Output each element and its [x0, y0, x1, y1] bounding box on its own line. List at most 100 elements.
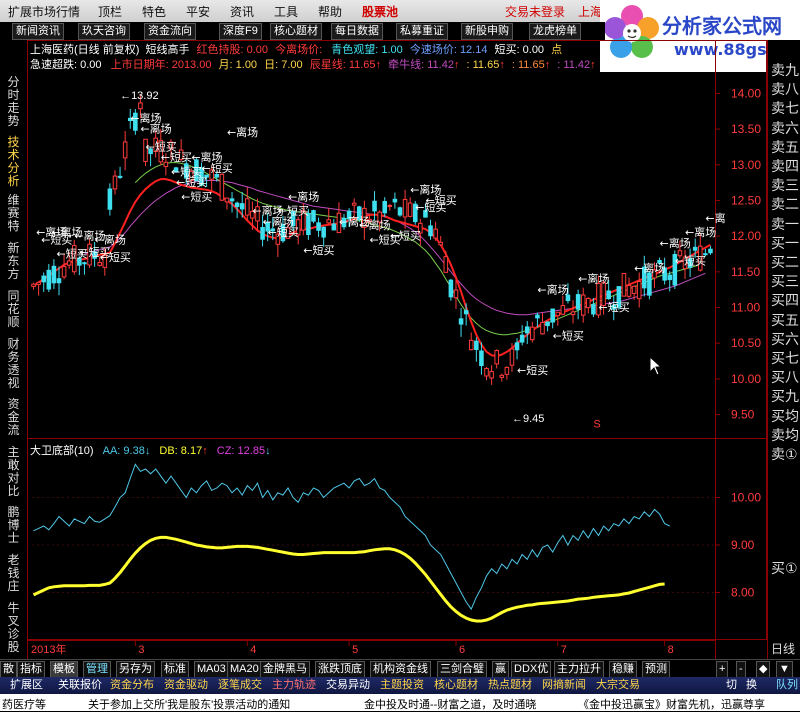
extension-link[interactable]: 逐笔成交 [216, 678, 264, 693]
sub-indicator-name: 大卫底部(10) [30, 445, 94, 457]
tab-f9[interactable]: 深度F9 [219, 23, 262, 40]
indicator-tab[interactable]: MA20 [227, 661, 262, 678]
candle-body [667, 274, 673, 281]
candle-body [636, 281, 642, 300]
bull-line-value: 牵牛线: 11.42 [388, 59, 454, 71]
indicator-tab[interactable]: 模板 [50, 661, 78, 678]
up-arrow-icon: ↑ [453, 59, 460, 71]
sidebar-item-finance[interactable]: 财务透视 [4, 338, 23, 390]
stock-pool-button[interactable]: 股票池 [362, 3, 398, 20]
indicator-tab[interactable]: MA03 [194, 661, 229, 678]
candle-body [31, 283, 36, 287]
menu-item-topbar[interactable]: 顶栏 [98, 3, 122, 20]
nav-control-icon[interactable]: + [716, 661, 729, 678]
extension-link[interactable]: 扩展区 [8, 678, 45, 693]
nav-control-icon[interactable]: ▼ [776, 661, 793, 678]
signal-label: ←离场 [537, 282, 568, 296]
chart-area[interactable]: ←离场 ←短买 ←离场 ←短买 ←离场 ←短买 ←离场 ←短买 ←离场 ←离场 ←短买 ←短买 ←短买 ←… [27, 40, 767, 660]
order-book-row: 卖七 [771, 100, 799, 117]
signal-label: ←短买 [517, 363, 548, 377]
indicator-tab[interactable]: 机构资金线 [370, 661, 431, 678]
extension-link[interactable]: 热点题材 [486, 678, 534, 693]
extension-link[interactable]: 换 [744, 678, 759, 693]
extension-link[interactable]: 大宗交易 [594, 678, 642, 693]
sidebar-item-xindongfang[interactable]: 新东方 [4, 242, 23, 281]
period-label[interactable]: 日线 [771, 640, 795, 657]
tab-core-topic[interactable]: 核心题材 [270, 23, 322, 40]
indicator-tab[interactable]: 涨跌顶底 [315, 661, 365, 678]
chart-info-line-1: 上海医药(日线 前复权) 短线高手 红色持股: 0.00 今离场价: 青色观望:… [30, 41, 562, 57]
ticker-item[interactable]: 关于参加上交所'我是股东'投票活动的通知 [88, 696, 290, 712]
sidebar-item-tonghuashun[interactable]: 同花顺 [4, 290, 23, 329]
down-arrow-icon: ↓ [265, 445, 271, 457]
candle-body [479, 350, 484, 367]
extension-link[interactable]: 资金分布 [108, 678, 156, 693]
indicator-tab[interactable]: 金牌黑马 [260, 661, 310, 678]
sidebar-item-technical[interactable]: 技术分析 [4, 136, 23, 188]
sidebar-item-compare[interactable]: 主敢对比 [4, 446, 23, 498]
tab-daily-data[interactable]: 每日数据 [331, 23, 383, 40]
chart-canvas[interactable]: ←离场←短买←离场←短买←离场←短买←离场←短买←离场←离场←短买←短买←短买←… [27, 40, 767, 660]
extra-value-3: : 11.42 [557, 59, 591, 71]
signal-label: ←离场 [95, 232, 126, 246]
tab-jiutian[interactable]: 玖天咨询 [78, 23, 130, 40]
signal-label: ←短买 [675, 254, 706, 268]
ticker-item[interactable]: 药医疗等 [2, 696, 46, 712]
indicator-tab[interactable]: 另存为 [116, 661, 155, 678]
extension-link[interactable]: 主力轨迹 [270, 678, 318, 693]
order-book-row: 卖二 [771, 196, 799, 213]
sidebar-item-weisaite[interactable]: 维赛特 [4, 194, 23, 233]
tab-money-flow[interactable]: 资金流向 [144, 23, 196, 40]
tab-ipo[interactable]: 新股申购 [461, 23, 513, 40]
ticker-item[interactable]: 金中投及时通--财富之道，及时通晓 [364, 696, 536, 712]
indicator-tab[interactable]: 标准 [161, 661, 189, 678]
extension-link[interactable]: 核心题材 [432, 678, 480, 693]
tab-private-fund[interactable]: 私募重证 [396, 23, 448, 40]
indicator-tab[interactable]: 预测 [642, 661, 670, 678]
extension-link[interactable]: 队列 [774, 678, 800, 693]
candle-body [514, 342, 520, 351]
sidebar-item-capital-flow[interactable]: 资金流 [4, 398, 23, 437]
indicator-tab[interactable]: 指标 [17, 661, 45, 678]
indicator-tab[interactable]: DDX优 [511, 661, 552, 678]
tab-dragon-tiger[interactable]: 龙虎榜单 [529, 23, 581, 40]
login-status[interactable]: 交易未登录 [505, 3, 565, 20]
drop-value: 急速超跌: 0.00 [30, 59, 102, 71]
candle-body [504, 366, 510, 375]
indicator-tab[interactable]: 赢 [492, 661, 509, 678]
nav-control-icon[interactable]: ◆ [756, 661, 771, 678]
extension-link[interactable]: 资金驱动 [162, 678, 210, 693]
indicator-tab[interactable]: 管理 [83, 661, 111, 678]
indicator-tab[interactable]: 主力拉升 [554, 661, 604, 678]
order-book-row: 卖一 [771, 215, 799, 232]
menu-item-feature[interactable]: 特色 [142, 3, 166, 20]
signal-label: ←短买 [278, 204, 309, 218]
candle-body [463, 310, 469, 315]
menu-item-tools[interactable]: 工具 [274, 3, 298, 20]
indicator-tab[interactable]: 散 [0, 661, 17, 678]
candle-body [494, 350, 499, 365]
y-tick-label: 10.50 [731, 336, 761, 350]
extension-link[interactable]: 交易异动 [324, 678, 372, 693]
tab-news[interactable]: 新闻资讯 [12, 23, 64, 40]
extension-link[interactable]: 关联报价 [56, 678, 104, 693]
db-line [32, 535, 665, 623]
sidebar-item-laoqianzhuang[interactable]: 老钱庄 [4, 554, 23, 593]
indicator-tab[interactable]: 稳赚 [609, 661, 637, 678]
extension-link[interactable]: 网摘新闻 [540, 678, 588, 693]
signal-label: ←短买 [268, 225, 299, 239]
ticker-item[interactable]: 《金中投迅赢宝》财富先机，迅赢尊享 [578, 696, 765, 712]
sidebar-item-timeline[interactable]: 分时走势 [4, 76, 23, 128]
extension-link[interactable]: 主题投资 [378, 678, 426, 693]
sidebar-item-diagnose[interactable]: 牛叉诊股 [4, 602, 23, 654]
sub-info-line: 大卫底部(10) AA: 9.38↓ DB: 8.17↑ CZ: 12.85↓ [30, 442, 271, 458]
nav-control-icon[interactable]: - [736, 661, 746, 678]
menu-item-news[interactable]: 资讯 [230, 3, 254, 20]
order-book-row: 卖均 [771, 426, 799, 443]
menu-item-pingan[interactable]: 平安 [186, 3, 210, 20]
extension-link[interactable]: 切 [724, 678, 739, 693]
indicator-tab[interactable]: 三剑合璧 [437, 661, 487, 678]
menu-item-help[interactable]: 帮助 [318, 3, 342, 20]
menu-item-market[interactable]: 扩展市场行情 [8, 3, 80, 20]
sidebar-item-pengboshi[interactable]: 鹏博士 [4, 506, 23, 545]
